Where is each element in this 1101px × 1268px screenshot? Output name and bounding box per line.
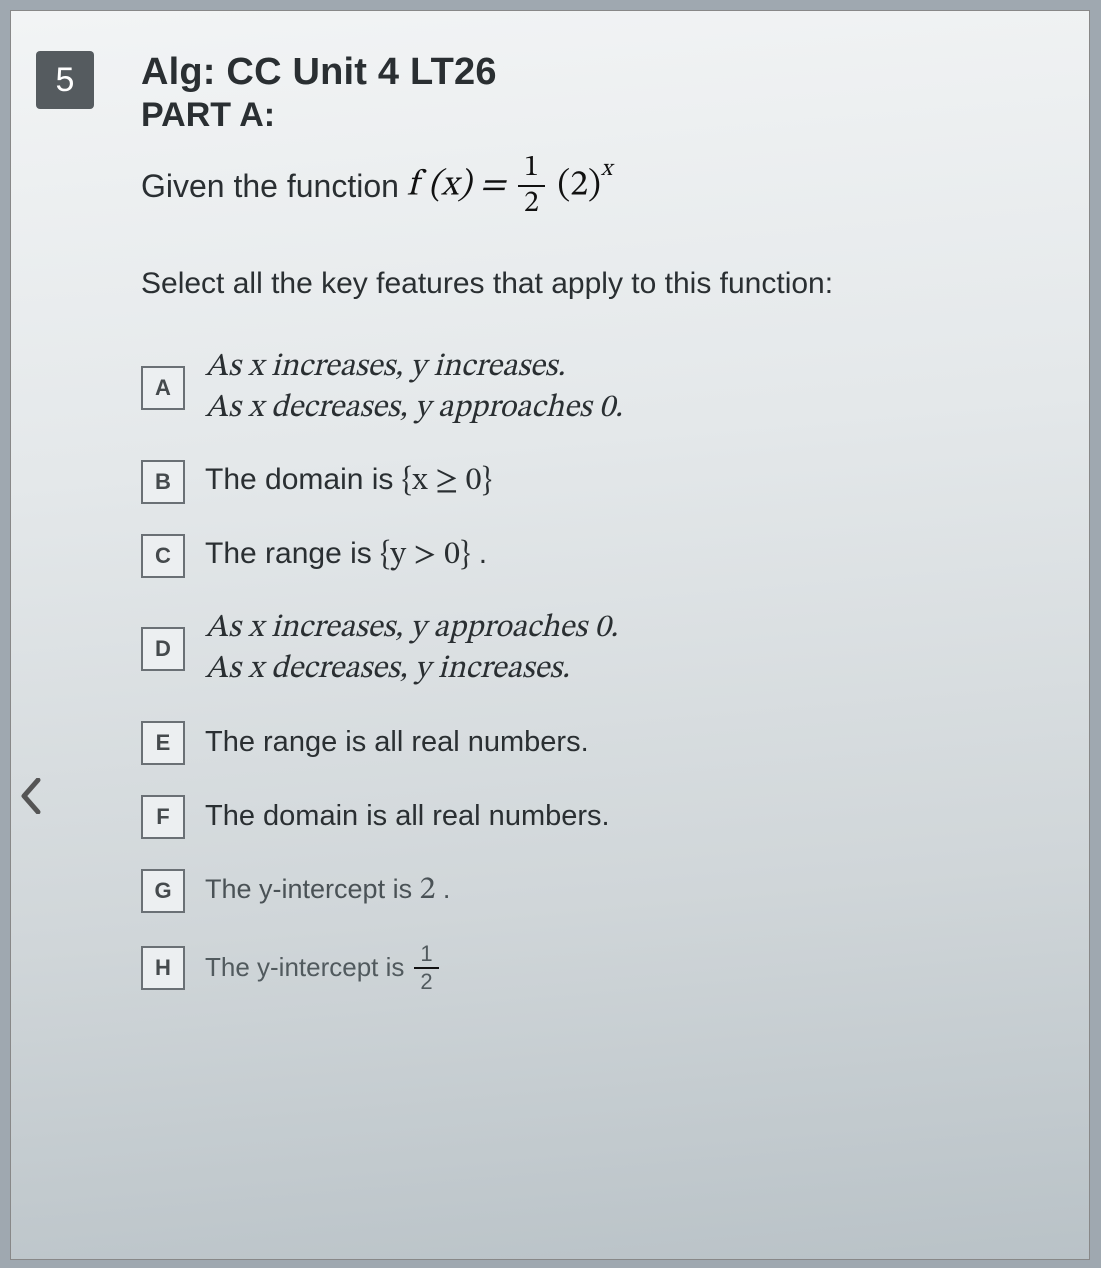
function-expression: f (x) = 1 2 (2)x bbox=[407, 153, 612, 219]
option-b[interactable]: B The domain is {x ≥ 0} bbox=[141, 460, 1049, 504]
f-of-x-equals: f (x) = bbox=[407, 168, 506, 204]
option-h[interactable]: H The y-intercept is 1 2 bbox=[141, 943, 1049, 993]
unit-title: Alg: CC Unit 4 LT26 bbox=[141, 51, 1049, 94]
fraction-one-half: 1 2 bbox=[518, 153, 545, 219]
option-e-checkbox[interactable]: E bbox=[141, 721, 185, 765]
option-a-checkbox[interactable]: A bbox=[141, 366, 185, 410]
fraction-denominator: 2 bbox=[518, 187, 545, 219]
option-b-set: {x ≥ 0} bbox=[402, 465, 492, 497]
prev-arrow-icon[interactable] bbox=[13, 771, 49, 821]
option-c-text: The range is {y > 0} . bbox=[205, 534, 487, 577]
option-g-post: . bbox=[435, 874, 450, 904]
option-f-checkbox[interactable]: F bbox=[141, 795, 185, 839]
exponent-x: x bbox=[601, 157, 612, 181]
option-e-text: The range is all real numbers. bbox=[205, 724, 589, 762]
option-a-line2: As x decreases, y approaches 0. bbox=[205, 388, 623, 430]
option-h-frac-den: 2 bbox=[414, 969, 438, 993]
option-a[interactable]: A As x increases, y increases. As x decr… bbox=[141, 347, 1049, 430]
option-b-checkbox[interactable]: B bbox=[141, 460, 185, 504]
option-c-checkbox[interactable]: C bbox=[141, 534, 185, 578]
option-c-pre: The range is bbox=[205, 537, 380, 570]
question-number-badge: 5 bbox=[36, 51, 94, 109]
option-d[interactable]: D As x increases, y approaches 0. As x d… bbox=[141, 608, 1049, 691]
question-page: 5 Alg: CC Unit 4 LT26 PART A: Given the … bbox=[10, 10, 1090, 1260]
option-g-val: 2 bbox=[420, 874, 436, 906]
question-stem: Given the function f (x) = 1 2 (2)x bbox=[141, 153, 1049, 219]
base-two: (2) bbox=[557, 168, 601, 204]
stem-lead-text: Given the function bbox=[141, 168, 399, 205]
option-f-text: The domain is all real numbers. bbox=[205, 798, 610, 836]
part-label: PART A: bbox=[141, 96, 1049, 135]
fraction-numerator: 1 bbox=[518, 153, 545, 187]
option-g-text: The y-intercept is 2 . bbox=[205, 870, 450, 912]
option-e[interactable]: E The range is all real numbers. bbox=[141, 721, 1049, 765]
option-a-line1: As x increases, y increases. bbox=[205, 347, 623, 389]
option-h-fraction: 1 2 bbox=[414, 943, 438, 993]
option-d-checkbox[interactable]: D bbox=[141, 627, 185, 671]
option-c-post: . bbox=[470, 537, 487, 570]
content-area: Alg: CC Unit 4 LT26 PART A: Given the fu… bbox=[141, 51, 1049, 993]
option-g[interactable]: G The y-intercept is 2 . bbox=[141, 869, 1049, 913]
instruction-text: Select all the key features that apply t… bbox=[141, 265, 1049, 303]
option-d-text: As x increases, y approaches 0. As x dec… bbox=[205, 608, 618, 691]
option-g-checkbox[interactable]: G bbox=[141, 869, 185, 913]
answer-list: A As x increases, y increases. As x decr… bbox=[141, 347, 1049, 993]
option-c[interactable]: C The range is {y > 0} . bbox=[141, 534, 1049, 578]
option-d-line1: As x increases, y approaches 0. bbox=[205, 608, 618, 650]
option-a-text: As x increases, y increases. As x decrea… bbox=[205, 347, 623, 430]
option-c-set: {y > 0} bbox=[380, 539, 470, 571]
option-h-frac-num: 1 bbox=[414, 943, 438, 969]
option-h-checkbox[interactable]: H bbox=[141, 946, 185, 990]
option-d-line2: As x decreases, y increases. bbox=[205, 649, 618, 691]
option-b-pre: The domain is bbox=[205, 463, 402, 496]
option-f[interactable]: F The domain is all real numbers. bbox=[141, 795, 1049, 839]
question-number: 5 bbox=[56, 61, 75, 100]
option-g-pre: The y-intercept is bbox=[205, 874, 420, 904]
option-h-text: The y-intercept is 1 2 bbox=[205, 943, 443, 993]
option-h-pre: The y-intercept is bbox=[205, 951, 404, 985]
option-b-text: The domain is {x ≥ 0} bbox=[205, 460, 492, 503]
